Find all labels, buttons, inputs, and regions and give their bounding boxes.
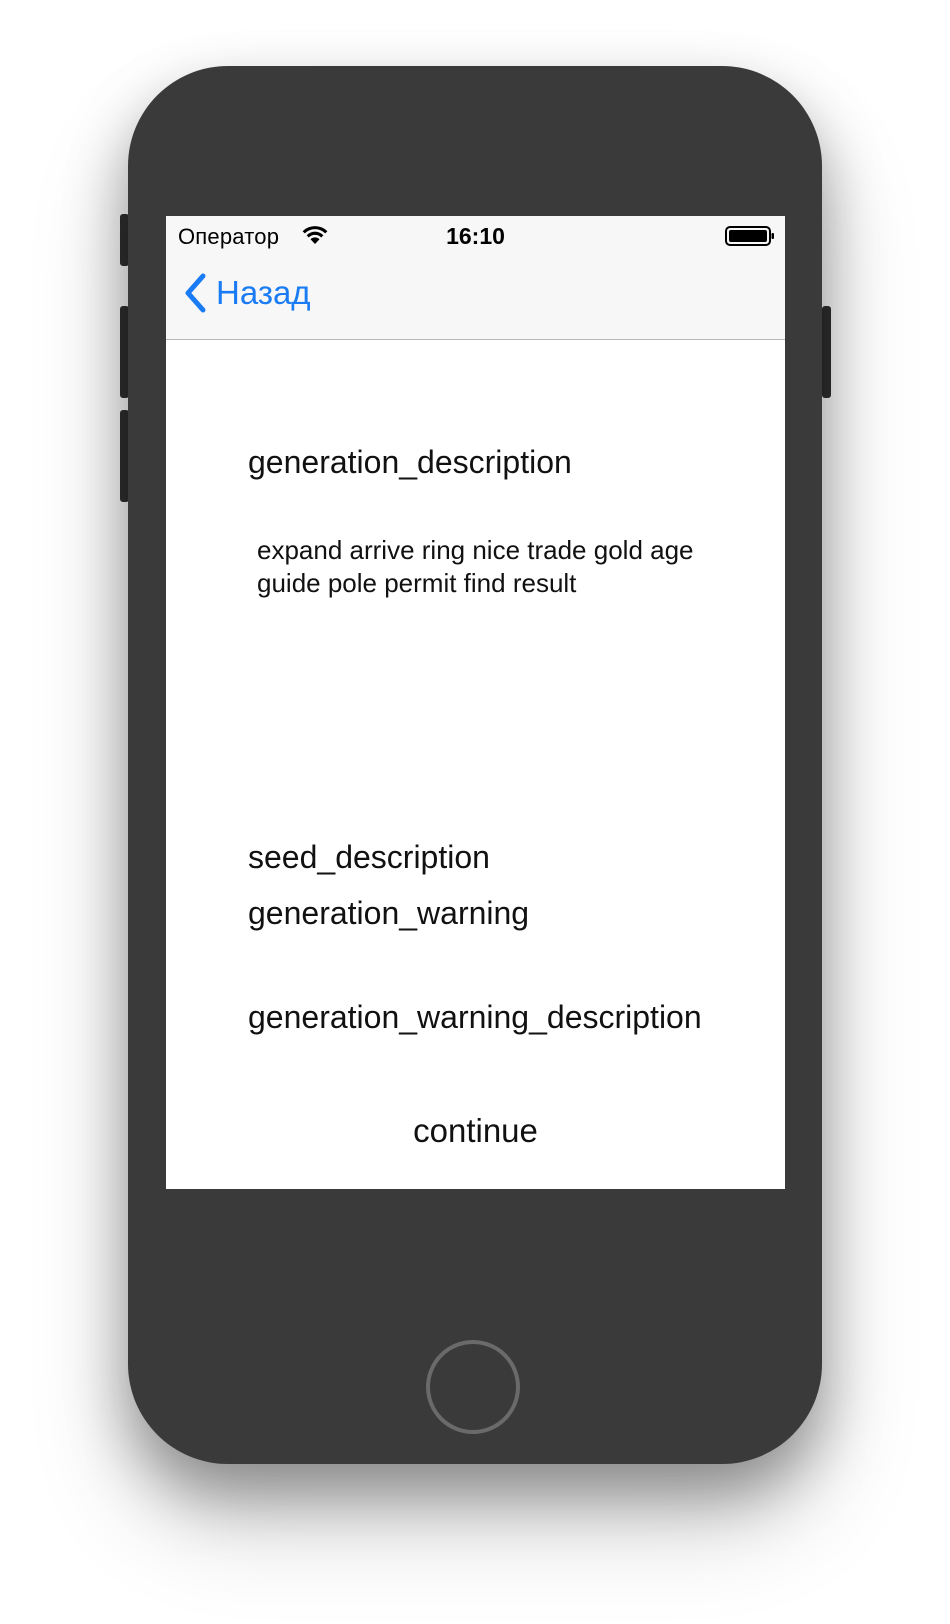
continue-button[interactable]: continue [166,1112,785,1150]
page: Оператор 16:10 Назад generation_descript [0,0,950,1624]
home-button-icon[interactable] [426,1340,520,1434]
back-button[interactable]: Назад [182,270,311,316]
seed-phrase-text: expand arrive ring nice trade gold age g… [257,535,694,598]
device-screen: Оператор 16:10 Назад generation_descript [166,216,785,1189]
status-time: 16:10 [446,223,505,249]
power-button [822,306,831,398]
seed-description-label: seed_description [248,839,490,875]
battery-icon [725,226,774,246]
back-button-label: Назад [216,274,311,311]
chevron-left-icon [185,273,206,313]
generation-warning-label: generation_warning [248,895,530,931]
generation-description-label: generation_description [248,444,572,480]
generation-warning-description-label: generation_warning_description [248,999,702,1035]
navigation-bar: Назад [166,256,785,340]
status-bar: Оператор 16:10 [166,216,785,256]
